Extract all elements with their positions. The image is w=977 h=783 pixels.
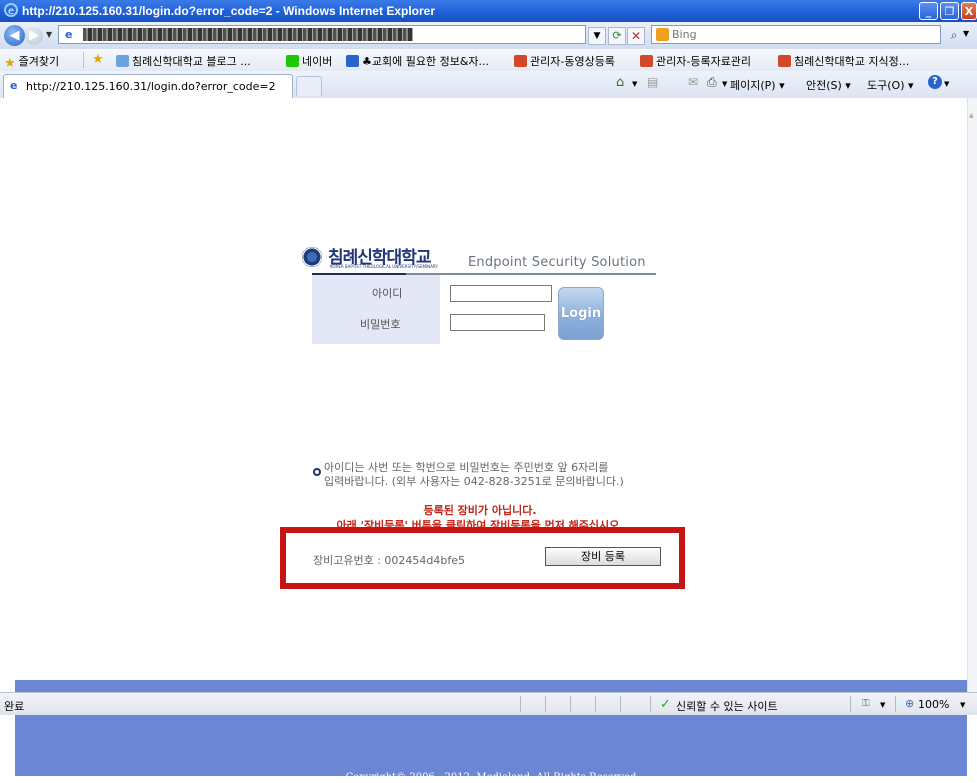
favorite-item-label: 침례신학대학교 블로그 ... (132, 55, 251, 68)
minimize-button[interactable]: _ (919, 2, 938, 20)
print-dropdown-icon[interactable]: ▼ (722, 80, 727, 88)
stop-icon[interactable]: ✕ (627, 27, 645, 45)
print-icon[interactable]: ⎙ (707, 75, 717, 90)
help-icon[interactable]: ? (928, 75, 942, 89)
zoom-dropdown-icon[interactable]: ▼ (960, 701, 965, 709)
divider (520, 696, 521, 712)
search-icon[interactable]: ⌕ (946, 27, 962, 43)
home-dropdown-icon[interactable]: ▼ (632, 80, 637, 88)
admin-icon (778, 55, 791, 67)
address-toolbar: ◀ ▶ ▼ e ▼ ⟳ ✕ ⌕ ▼ (0, 22, 977, 50)
notice-text: 입력바랍니다. (외부 사용자는 042-828-3251로 문의바랍니다.) (324, 475, 624, 488)
error-message: 등록된 장비가 아닙니다. (423, 504, 537, 517)
refresh-icon[interactable]: ⟳ (608, 27, 626, 45)
ie-logo-icon: e (4, 3, 18, 17)
maximize-button[interactable]: ❐ (940, 2, 959, 20)
home-icon[interactable]: ⌂ (616, 75, 624, 90)
id-input[interactable] (450, 285, 552, 302)
status-bar: 완료 ✓ 신뢰할 수 있는 사이트 ⚿ ▼ ⊕ 100% ▼ (0, 692, 977, 715)
divider (850, 696, 851, 712)
favorites-button[interactable]: ★ 즐겨찾기 (4, 53, 59, 71)
favorite-item[interactable]: ♣교회에 필요한 정보&자... (346, 53, 489, 69)
favorite-item[interactable]: 관리자-등록자료관리 (640, 53, 751, 69)
id-label: 아이디 (372, 287, 403, 300)
status-text: 완료 (4, 700, 25, 713)
security-zone-text[interactable]: 신뢰할 수 있는 사이트 (676, 698, 778, 714)
close-button[interactable]: X (961, 2, 977, 20)
page-icon: e (65, 28, 73, 41)
favorite-item-label: 침례신학대학교 지식정... (794, 55, 910, 68)
product-name: Endpoint Security Solution (468, 255, 646, 270)
protected-mode-icon[interactable]: ⚿ (862, 698, 870, 709)
back-button[interactable]: ◀ (4, 25, 25, 46)
mail-icon[interactable]: ✉ (688, 75, 698, 89)
password-input[interactable] (450, 314, 545, 331)
ie-page-icon (346, 55, 359, 67)
divider (895, 696, 896, 712)
scroll-up-icon[interactable]: ▲ (969, 112, 977, 120)
login-page: 침례신학대학교 KOREA BAPTIST THEOLOGICAL UNIVER… (0, 98, 967, 783)
tab-current[interactable]: e http://210.125.160.31/login.do?error_c… (3, 74, 293, 98)
favorite-item[interactable]: 관리자-동영상등록 (514, 53, 615, 69)
new-tab-button[interactable] (296, 76, 322, 96)
ie-page-icon: e (10, 79, 18, 92)
tools-menu[interactable]: 도구(O) ▾ (867, 77, 914, 93)
zoom-icon[interactable]: ⊕ (905, 697, 914, 710)
safety-menu[interactable]: 안전(S) ▾ (806, 77, 851, 93)
divider (570, 696, 571, 712)
favorites-label: 즐겨찾기 (18, 55, 60, 68)
history-dropdown-icon[interactable]: ▼ (46, 30, 52, 39)
search-box[interactable] (651, 25, 941, 44)
forward-button[interactable]: ▶ (25, 27, 43, 45)
divider (83, 52, 84, 68)
favorite-item[interactable]: 네이버 (286, 53, 332, 69)
university-emblem-icon (302, 247, 322, 267)
tab-label: http://210.125.160.31/login.do?error_cod… (26, 80, 276, 93)
divider (620, 696, 621, 712)
naver-icon (286, 55, 299, 67)
tab-row: e http://210.125.160.31/login.do?error_c… (0, 71, 977, 99)
login-form: 아이디 비밀번호 Login (312, 275, 656, 344)
divider (650, 696, 651, 712)
feeds-icon[interactable]: ▤ (647, 75, 658, 89)
search-options-icon[interactable]: ▼ (963, 29, 969, 38)
favorite-item-label: 관리자-등록자료관리 (656, 55, 752, 68)
add-favorite-icon[interactable]: ★ (92, 52, 104, 67)
label-column: 아이디 비밀번호 (312, 275, 440, 344)
zone-dropdown-icon[interactable]: ▼ (880, 701, 885, 709)
favorite-item-label: 네이버 (302, 55, 333, 68)
address-input[interactable]: e (58, 25, 586, 44)
favorite-item-label: ♣교회에 필요한 정보&자... (362, 55, 490, 68)
zoom-level[interactable]: 100% (918, 698, 949, 711)
bullet-icon (313, 468, 321, 476)
copyright-text: Copyright© 2006 - 2012. Medialand. All R… (345, 772, 637, 783)
admin-icon (514, 55, 527, 67)
blog-icon (116, 55, 129, 67)
svg-text:e: e (8, 6, 14, 17)
password-label: 비밀번호 (360, 318, 401, 331)
window-title: http://210.125.160.31/login.do?error_cod… (22, 4, 435, 18)
checkmark-icon: ✓ (660, 697, 671, 712)
university-subtitle: KOREA BAPTIST THEOLOGICAL UNIVERSITY/SEM… (330, 264, 438, 269)
favorite-item-label: 관리자-동영상등록 (530, 55, 615, 68)
login-button[interactable]: Login (558, 287, 604, 340)
favorite-item[interactable]: 침례신학대학교 지식정... (778, 53, 909, 69)
search-input[interactable] (672, 27, 932, 42)
address-dropdown-icon[interactable]: ▼ (588, 27, 606, 45)
highlight-annotation (280, 527, 685, 589)
favorites-bar: ★ 즐겨찾기 ★ 침례신학대학교 블로그 ... 네이버 ♣교회에 필요한 정보&… (0, 49, 977, 72)
vertical-scrollbar[interactable]: ▲ (967, 98, 977, 692)
star-icon: ★ (4, 56, 16, 71)
bing-icon (656, 28, 669, 41)
divider (595, 696, 596, 712)
page-menu[interactable]: 페이지(P) ▾ (730, 77, 785, 93)
favorite-item[interactable]: 침례신학대학교 블로그 ... (116, 53, 251, 69)
redacted-url (83, 28, 413, 41)
help-dropdown-icon[interactable]: ▼ (944, 80, 949, 88)
admin-icon (640, 55, 653, 67)
title-bar: e http://210.125.160.31/login.do?error_c… (0, 0, 977, 22)
divider (545, 696, 546, 712)
